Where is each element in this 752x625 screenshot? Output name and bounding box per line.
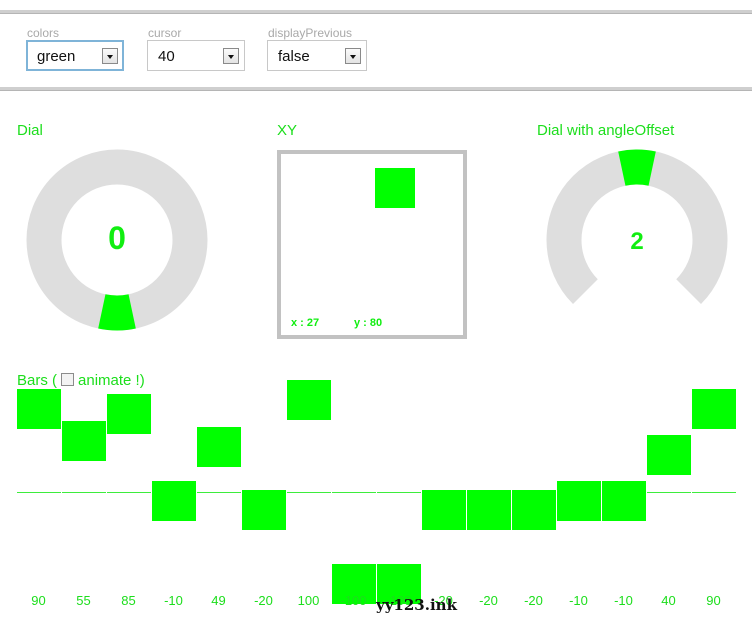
watermark: yy123.ink	[376, 596, 457, 614]
animate-checkbox[interactable]	[61, 373, 75, 386]
bar-label: 100	[297, 593, 320, 608]
bar-baseline	[107, 492, 151, 493]
bar-label: 85	[121, 593, 136, 608]
bars-title: Bars ( animate !)	[17, 372, 145, 389]
bar-handle[interactable]	[242, 490, 286, 531]
dial-offset-indicator	[618, 149, 656, 186]
bars-title-prefix: Bars (	[17, 372, 58, 389]
cursor-control: cursor 40	[147, 26, 245, 71]
bar-label: 90	[706, 593, 721, 608]
bar-handle[interactable]	[197, 426, 241, 467]
cursor-select-value: 40	[158, 48, 175, 65]
bar-label: -100	[340, 593, 367, 608]
bar-baseline	[692, 492, 736, 493]
bar-label: 90	[31, 593, 46, 608]
bar-label: -10	[569, 593, 588, 608]
chevron-down-icon[interactable]	[345, 48, 361, 64]
bar-handle[interactable]	[107, 393, 151, 434]
xy-pad[interactable]: x : 27 y : 80	[277, 150, 467, 339]
display-previous-select-value: false	[278, 48, 310, 65]
colors-control: colors green	[26, 26, 124, 71]
bar-handle[interactable]	[647, 435, 691, 476]
colors-select[interactable]: green	[26, 40, 124, 71]
xy-title: XY	[277, 122, 298, 139]
bar-handle[interactable]	[152, 481, 196, 522]
bar-label: -20	[254, 593, 273, 608]
bar-handle[interactable]	[692, 389, 736, 430]
bar-handle[interactable]	[422, 490, 466, 531]
bar-baseline	[377, 492, 421, 493]
display-previous-select[interactable]: false	[267, 40, 367, 71]
bar-handle[interactable]	[557, 481, 601, 522]
xy-y-readout: y : 80	[354, 317, 383, 329]
bar-baseline	[197, 492, 241, 493]
bar-baseline	[17, 492, 61, 493]
cursor-select[interactable]: 40	[147, 40, 245, 71]
bar-handle[interactable]	[62, 421, 106, 462]
bar-handle[interactable]	[17, 389, 61, 430]
dial-title: Dial	[17, 122, 43, 139]
bar-label: 49	[211, 593, 226, 608]
dial-value: 0	[108, 220, 126, 256]
bar-label: -10	[614, 593, 633, 608]
dial-offset-value: 2	[630, 228, 644, 255]
cursor-label: cursor	[148, 26, 182, 40]
bar-handle[interactable]	[287, 380, 331, 420]
bar-handle[interactable]	[467, 490, 511, 531]
dial-indicator	[98, 294, 136, 331]
bar-label: -20	[479, 593, 498, 608]
xy-cursor[interactable]	[375, 168, 416, 209]
colors-select-value: green	[37, 48, 76, 65]
bar-label: -10	[164, 593, 183, 608]
xy-x-readout: x : 27	[291, 317, 320, 329]
dial-offset-title: Dial with angleOffset	[537, 122, 675, 139]
chevron-down-icon[interactable]	[102, 48, 118, 64]
bar-label: 55	[76, 593, 91, 608]
display-previous-label: displayPrevious	[268, 26, 353, 40]
bars-title-suffix: animate !)	[78, 372, 145, 389]
colors-label: colors	[27, 26, 60, 40]
bar-label: -20	[524, 593, 543, 608]
toolbar-bottom-border	[0, 87, 752, 91]
bar-baseline	[647, 492, 691, 493]
bar-baseline	[62, 492, 106, 493]
bar-baseline	[332, 492, 376, 493]
bar-handle[interactable]	[512, 490, 556, 531]
toolbar: colors green cursor 40 displayPrevious f…	[0, 14, 752, 88]
display-previous-control: displayPrevious false	[267, 26, 367, 71]
bar-handle[interactable]	[602, 481, 646, 522]
bar-baseline	[287, 492, 331, 493]
bar-label: 40	[661, 593, 676, 608]
chevron-down-icon[interactable]	[223, 48, 239, 64]
